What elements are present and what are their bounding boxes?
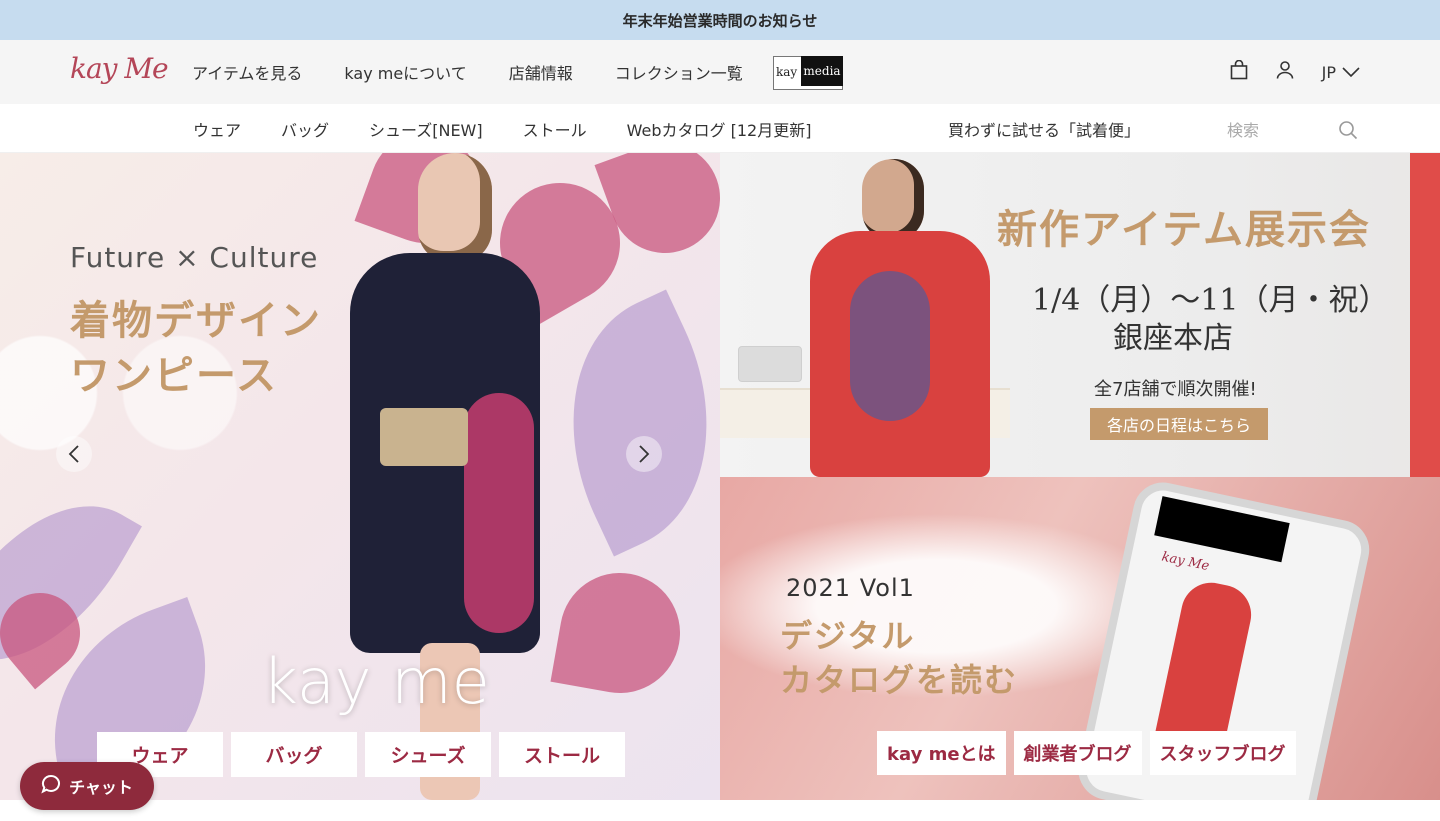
- staff-blog-button[interactable]: スタッフブログ: [1149, 731, 1296, 775]
- hero-carousel[interactable]: Future × Culture 着物デザイン ワンピース kay me ウェア…: [0, 153, 720, 800]
- store-schedule-button[interactable]: 各店の日程はこちら: [1090, 408, 1268, 440]
- chat-button[interactable]: チャット: [20, 762, 154, 810]
- menu-item-about[interactable]: kay meについて: [344, 60, 466, 84]
- brand-logo[interactable]: kay Me: [70, 52, 169, 85]
- chevron-right-icon: [639, 445, 650, 463]
- category-item-wear[interactable]: ウェア: [193, 117, 241, 141]
- announcement-bar[interactable]: 年末年始営業時間のお知らせ: [0, 0, 1440, 40]
- menu-item-collections[interactable]: コレクション一覧: [615, 60, 743, 84]
- digital-catalog-banner[interactable]: kay Me 2021 Vol1 デジタル カタログを読む kay meとは 創…: [720, 477, 1440, 800]
- catalog-title: デジタル カタログを読む: [780, 614, 1018, 702]
- category-item-web-catalog[interactable]: Webカタログ [12月更新]: [627, 117, 812, 141]
- exhibition-note: 全7店舗で順次開催!: [1094, 379, 1257, 400]
- category-menu: ウェア バッグ シューズ[NEW] ストール Webカタログ [12月更新]: [193, 104, 811, 153]
- exhibition-model-image: [810, 153, 990, 477]
- about-kayme-button[interactable]: kay meとは: [877, 731, 1006, 775]
- chevron-left-icon: [68, 445, 79, 463]
- top-navigation: kay Me アイテムを見る kay meについて 店舗情報 コレクション一覧 …: [0, 40, 1440, 104]
- hero-title-line1: 着物デザイン: [70, 297, 322, 344]
- hero-brand-text: kay me: [262, 645, 490, 718]
- catalog-subtitle: 2021 Vol1: [786, 574, 915, 602]
- search-box: [1222, 112, 1372, 148]
- chevron-down-icon: [1342, 63, 1360, 82]
- phone-logo: kay Me: [1160, 549, 1211, 575]
- kaymedia-logo-left: kay: [776, 65, 798, 79]
- chat-bubble-icon: [41, 774, 61, 798]
- carousel-prev-button[interactable]: [56, 436, 92, 472]
- hero-stoles-button[interactable]: ストール: [499, 732, 625, 777]
- leaf-decoration: [521, 289, 720, 557]
- language-selector[interactable]: JP: [1322, 63, 1360, 82]
- search-icon[interactable]: [1338, 120, 1358, 144]
- fabric-edge-decoration: [1410, 153, 1440, 477]
- bag-icon[interactable]: [1230, 59, 1248, 84]
- clutch-image: [738, 346, 802, 382]
- main-menu: アイテムを見る kay meについて 店舗情報 コレクション一覧: [192, 40, 743, 104]
- language-label: JP: [1321, 62, 1336, 82]
- hero-category-buttons: ウェア バッグ シューズ ストール: [97, 732, 625, 777]
- announcement-text[interactable]: 年末年始営業時間のお知らせ: [623, 10, 818, 31]
- catalog-title-line2: カタログを読む: [780, 661, 1019, 699]
- catalog-title-line1: デジタル: [780, 617, 916, 655]
- kaymedia-logo-right: media: [801, 56, 843, 86]
- menu-item-stores[interactable]: 店舗情報: [509, 60, 573, 84]
- chat-label: チャット: [69, 778, 133, 797]
- header-actions: JP: [1230, 40, 1360, 104]
- flower-decoration: [550, 563, 690, 703]
- kaymedia-logo[interactable]: kay media: [773, 56, 843, 90]
- trial-delivery-link[interactable]: 買わずに試せる「試着便」: [948, 104, 1140, 153]
- founder-blog-button[interactable]: 創業者ブログ: [1013, 731, 1142, 775]
- category-item-shoes[interactable]: シューズ[NEW]: [369, 117, 483, 141]
- menu-item-items[interactable]: アイテムを見る: [192, 60, 302, 84]
- hero-shoes-button[interactable]: シューズ: [365, 732, 491, 777]
- exhibition-title: 新作アイテム展示会: [997, 206, 1371, 253]
- hero-bags-button[interactable]: バッグ: [231, 732, 357, 777]
- category-navigation: ウェア バッグ シューズ[NEW] ストール Webカタログ [12月更新] 買…: [0, 104, 1440, 153]
- search-input[interactable]: [1222, 120, 1332, 140]
- hero-title: 着物デザイン ワンピース: [70, 293, 322, 403]
- about-links: kay meとは 創業者ブログ スタッフブログ: [877, 731, 1296, 775]
- category-item-bags[interactable]: バッグ: [281, 117, 329, 141]
- category-item-stoles[interactable]: ストール: [523, 117, 587, 141]
- exhibition-place: 銀座本店: [1113, 321, 1233, 356]
- hero-subtitle: Future × Culture: [70, 241, 319, 274]
- exhibition-banner[interactable]: 新作アイテム展示会 1/4（月）〜11（月・祝） 銀座本店 全7店舗で順次開催!…: [720, 153, 1440, 477]
- user-icon[interactable]: [1276, 60, 1294, 84]
- carousel-next-button[interactable]: [626, 436, 662, 472]
- hero-title-line2: ワンピース: [70, 352, 278, 399]
